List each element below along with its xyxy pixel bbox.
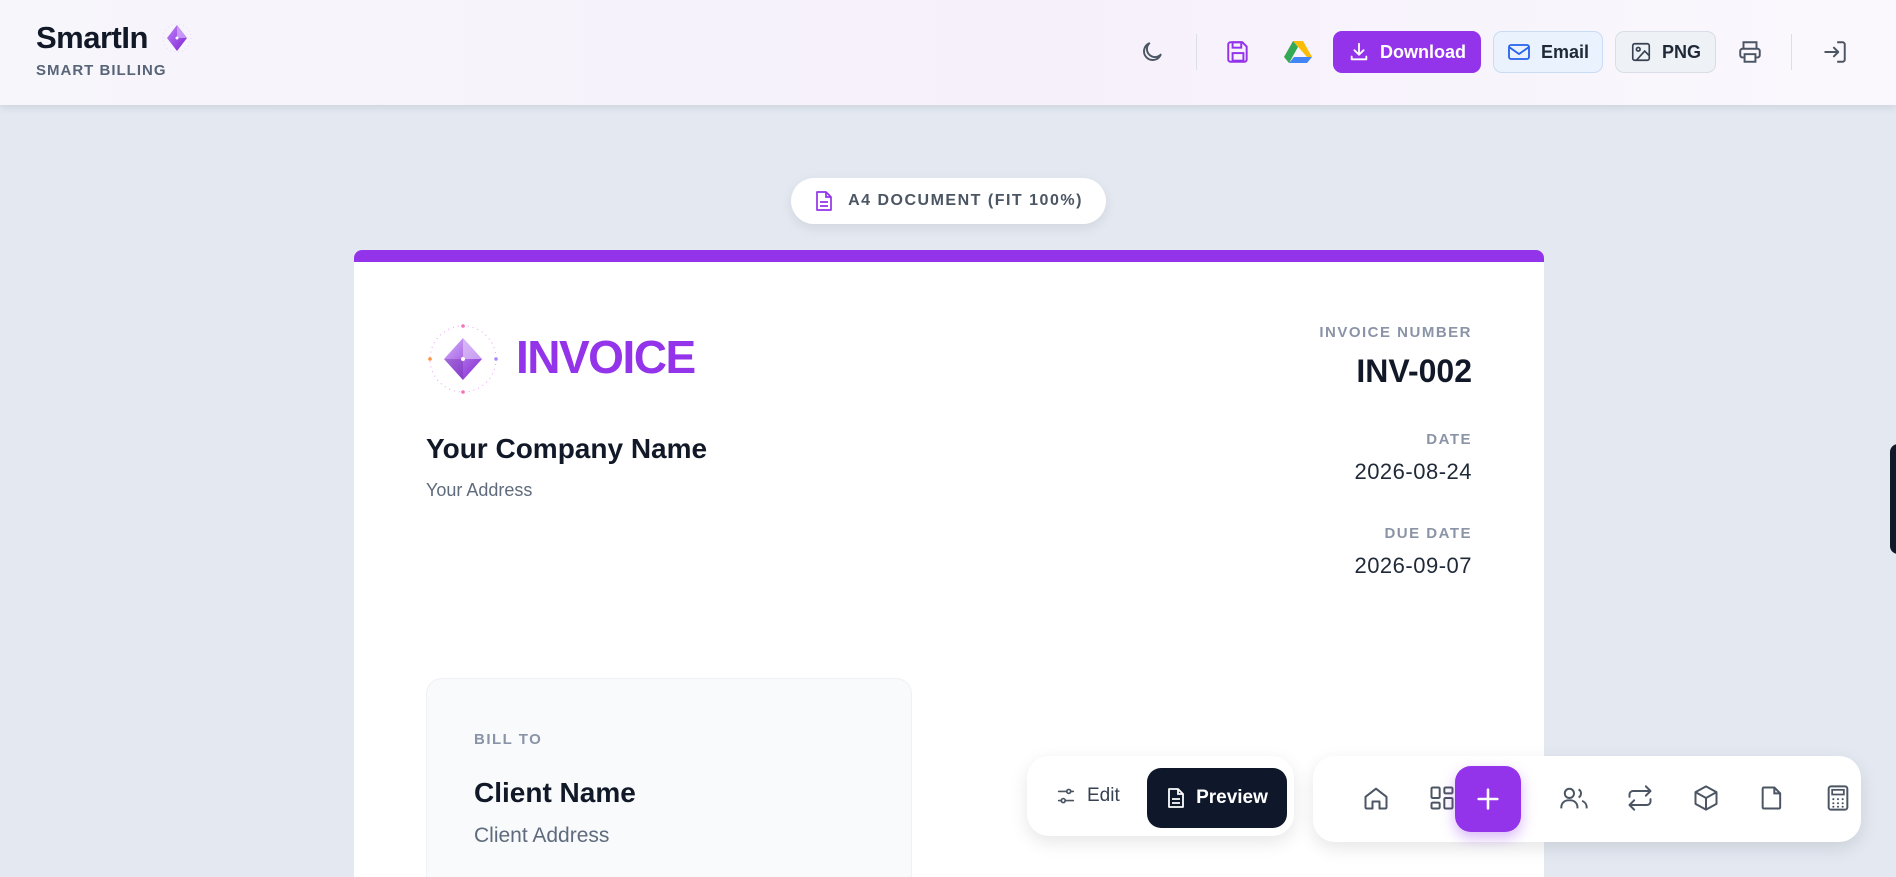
grid-icon <box>1430 786 1454 810</box>
add-new-button[interactable] <box>1455 766 1521 832</box>
client-name: Client Name <box>474 777 636 808</box>
bill-to-card: BILL TO Client Name Client Address <box>426 678 912 877</box>
sliders-icon <box>1057 788 1075 804</box>
company-address: Your Address <box>426 480 533 500</box>
invoice-accent-bar <box>354 250 1544 262</box>
header-divider <box>1791 34 1792 70</box>
nav-documents[interactable] <box>1752 778 1792 818</box>
users-icon <box>1560 787 1588 809</box>
nav-calculator[interactable] <box>1818 778 1858 818</box>
bill-to-label: BILL TO <box>474 731 543 748</box>
mail-icon <box>1508 44 1530 60</box>
mode-toggle-bar: Edit Preview <box>1027 756 1294 836</box>
company-name: Your Company Name <box>426 433 708 464</box>
date-label: DATE <box>1426 431 1472 448</box>
nav-clients[interactable] <box>1554 778 1594 818</box>
theme-toggle-button[interactable] <box>1133 33 1171 71</box>
brand-name: SmartIn <box>36 20 148 55</box>
bottom-nav <box>1313 756 1861 842</box>
home-icon <box>1364 787 1388 810</box>
file-icon <box>1761 786 1782 810</box>
save-button[interactable] <box>1219 33 1257 71</box>
brand-gem-icon <box>160 21 194 55</box>
document-size-label: A4 DOCUMENT (FIT 100%) <box>848 192 1083 209</box>
email-button[interactable]: Email <box>1493 31 1603 73</box>
moon-icon <box>1143 42 1162 61</box>
due-date-label: DUE DATE <box>1384 525 1472 542</box>
side-drawer-handle[interactable] <box>1890 444 1896 554</box>
document-size-badge: A4 DOCUMENT (FIT 100%) <box>791 178 1106 224</box>
google-drive-icon <box>1284 41 1312 63</box>
preview-mode-button[interactable]: Preview <box>1147 768 1287 828</box>
app-header: SmartIn SMART BILLING Download Email PNG <box>0 0 1896 105</box>
invoice-gem-icon <box>424 320 502 398</box>
email-label: Email <box>1540 41 1590 62</box>
file-text-icon <box>1168 788 1184 808</box>
png-button[interactable]: PNG <box>1615 31 1716 73</box>
invoice-number-label: INVOICE NUMBER <box>1319 324 1472 341</box>
nav-home[interactable] <box>1356 778 1396 818</box>
preview-label: Preview <box>1196 787 1268 808</box>
header-divider <box>1196 34 1197 70</box>
edit-mode-button[interactable]: Edit <box>1055 768 1143 824</box>
box-icon <box>1694 785 1718 811</box>
invoice-due-date: 2026-09-07 <box>1354 553 1472 578</box>
invoice-number: INV-002 <box>1356 353 1472 389</box>
nav-transactions[interactable] <box>1620 778 1660 818</box>
print-button[interactable] <box>1731 33 1769 71</box>
logout-icon <box>1824 41 1846 63</box>
document-icon <box>816 191 832 211</box>
image-icon <box>1631 42 1651 62</box>
printer-icon <box>1739 41 1761 63</box>
download-icon <box>1350 42 1368 61</box>
google-drive-button[interactable] <box>1279 33 1317 71</box>
repeat-icon <box>1628 785 1652 811</box>
nav-products[interactable] <box>1686 778 1726 818</box>
client-address: Client Address <box>474 824 610 847</box>
download-button[interactable]: Download <box>1333 31 1481 73</box>
png-label: PNG <box>1661 41 1701 62</box>
invoice-title: INVOICE <box>516 331 696 383</box>
brand-subtitle: SMART BILLING <box>36 62 167 79</box>
save-icon <box>1227 41 1248 63</box>
edit-label: Edit <box>1087 785 1120 806</box>
logout-button[interactable] <box>1816 33 1854 71</box>
plus-icon <box>1477 788 1499 810</box>
calculator-icon <box>1827 785 1849 811</box>
brand[interactable]: SmartIn SMART BILLING <box>36 20 194 79</box>
invoice-date: 2026-08-24 <box>1354 459 1472 484</box>
download-label: Download <box>1380 41 1466 62</box>
